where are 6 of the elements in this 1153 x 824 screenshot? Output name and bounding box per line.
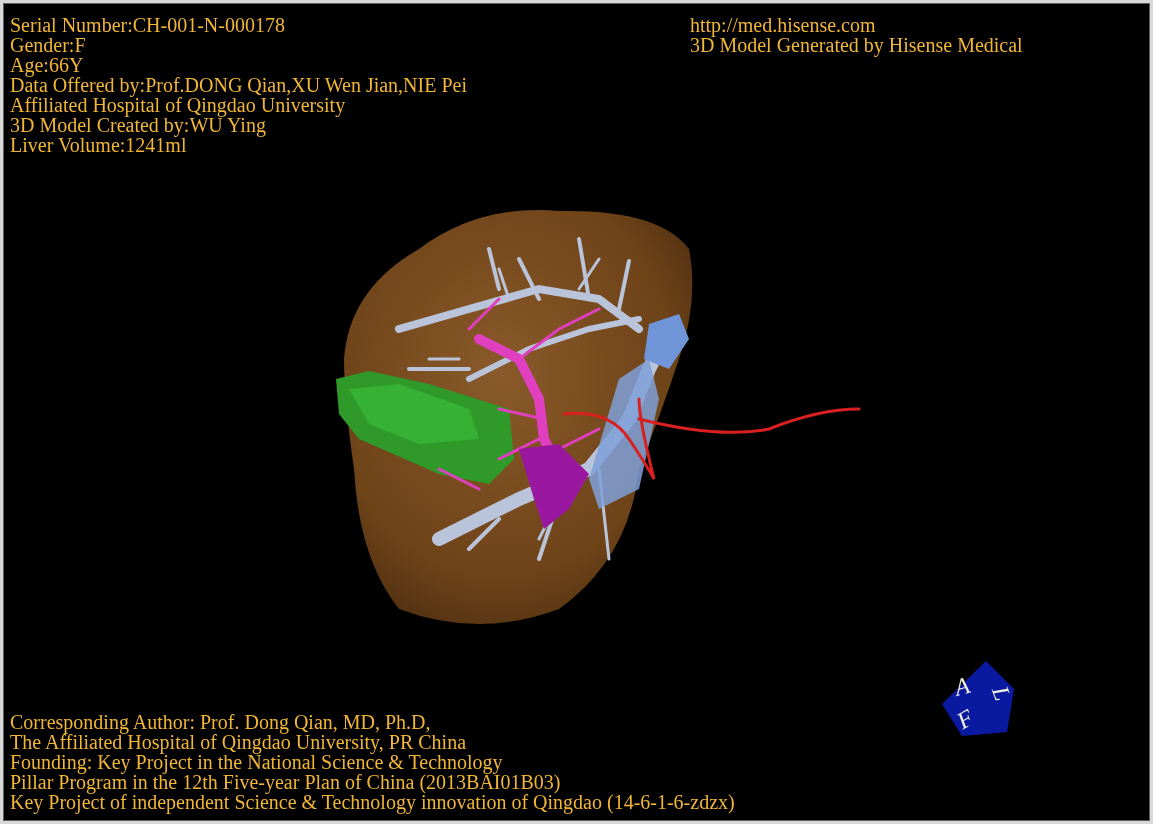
info-text: Gender:F [10,35,86,55]
orientation-cube-drawing: A L F [942,661,1016,736]
info-text: Serial Number:CH-001-N-000178 [10,15,285,35]
info-text: http://med.hisense.com [690,15,876,35]
info-text: Affiliated Hospital of Qingdao University [10,95,346,115]
info-text: Liver Volume:1241ml [10,135,187,155]
